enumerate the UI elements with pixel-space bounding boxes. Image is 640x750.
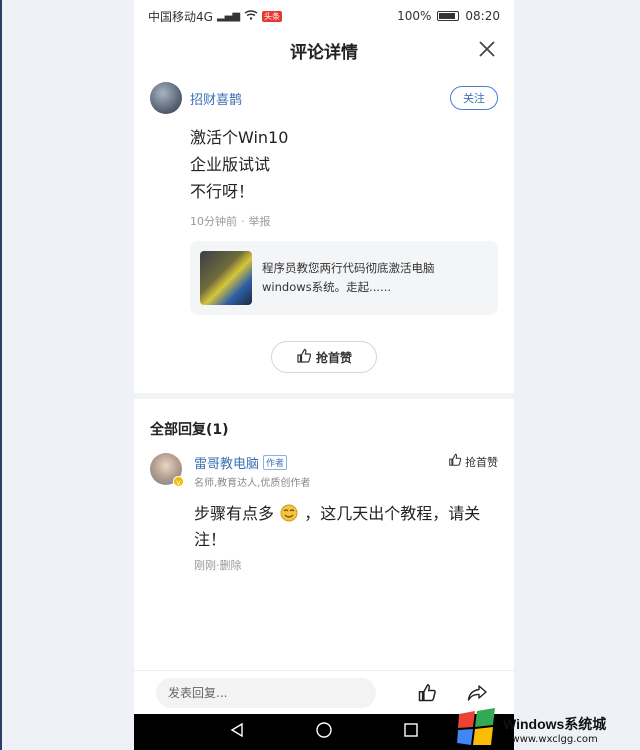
reply-input[interactable] — [156, 677, 376, 708]
reply-like-label: 抢首赞 — [465, 455, 498, 469]
windows-logo-icon — [455, 708, 499, 750]
comment-body: 激活个Win10 企业版试试 不行呀！ 10分钟前 · 举报 程序员教您两行代码彻底… — [190, 124, 498, 315]
article-title-line: windows系统。走起...... — [262, 280, 392, 294]
main-comment: 招财喜鹊 关注 激活个Win10 企业版试试 不行呀！ 10分钟前 · 举报 程序员… — [134, 68, 514, 373]
comment-line: 不行呀！ — [190, 182, 255, 201]
comment-author-row: 招财喜鹊 关注 — [150, 82, 498, 114]
thumbs-up-icon — [296, 348, 312, 367]
article-title: 程序员教您两行代码彻底激活电脑 windows系统。走起...... — [262, 259, 435, 297]
notify-badge: 头条 — [262, 10, 283, 22]
wifi-icon — [244, 9, 258, 23]
delete-link[interactable]: 删除 — [220, 559, 242, 572]
avatar[interactable] — [150, 82, 182, 114]
watermark: Windows系统城 www.wxclgg.com — [455, 708, 640, 750]
status-right: 100% 08:20 — [397, 9, 500, 23]
close-icon[interactable] — [478, 38, 496, 62]
home-icon[interactable] — [315, 721, 333, 743]
battery-percent: 100% — [397, 9, 432, 23]
share-icon[interactable] — [466, 682, 488, 704]
comment-line: 激活个Win10 — [190, 128, 289, 147]
title-bar: 评论详情 — [134, 32, 514, 68]
status-bar: 中国移动4G ▂▄▆ 头条 100% 08:20 — [134, 0, 514, 32]
recents-icon[interactable] — [403, 722, 419, 742]
page-title: 评论详情 — [290, 42, 358, 63]
comment-meta: 10分钟前 · 举报 — [190, 215, 271, 228]
reply-author-desc: 名师,教育达人,优质创作者 — [194, 478, 311, 489]
comment-author-name[interactable]: 招财喜鹊 — [190, 89, 450, 108]
comment-time: 10分钟前 — [190, 215, 237, 228]
article-thumbnail — [200, 251, 252, 305]
status-left: 中国移动4G ▂▄▆ 头条 — [148, 8, 283, 25]
reply-text: 步骤有点多 ，这几天出个教程，请关注！ — [194, 501, 498, 553]
reply-time: 刚刚 — [194, 559, 216, 572]
reply-meta: 刚刚·删除 — [194, 559, 242, 572]
thumbs-up-icon — [448, 453, 462, 470]
comment-text: 激活个Win10 企业版试试 不行呀！ — [190, 124, 498, 205]
reply-top: v 雷哥教电脑 作者 名师,教育达人,优质创作者 — [150, 453, 498, 489]
like-main-wrap: 抢首赞 — [150, 341, 498, 373]
background-right — [514, 0, 640, 750]
reply-text-part: 步骤有点多 — [194, 504, 275, 523]
like-button[interactable]: 抢首赞 — [271, 341, 377, 373]
smile-emoji-icon — [274, 504, 304, 523]
reply-like-button[interactable]: 抢首赞 — [448, 453, 498, 470]
follow-button[interactable]: 关注 — [450, 86, 498, 110]
watermark-text: Windows系统城 www.wxclgg.com — [503, 714, 606, 745]
background-left — [0, 0, 134, 750]
reply-item: v 雷哥教电脑 作者 名师,教育达人,优质创作者 抢首赞 步骤有点多 ，这几天出… — [134, 449, 514, 573]
report-link[interactable]: 举报 — [249, 215, 271, 228]
reply-avatar[interactable]: v — [150, 453, 184, 487]
comment-line: 企业版试试 — [190, 155, 271, 174]
article-card[interactable]: 程序员教您两行代码彻底激活电脑 windows系统。走起...... — [190, 241, 498, 315]
carrier-label: 中国移动4G — [148, 9, 213, 24]
clock: 08:20 — [465, 9, 500, 23]
thumbs-up-icon[interactable] — [416, 682, 438, 704]
back-icon[interactable] — [229, 722, 245, 742]
signal-icon: ▂▄▆ — [216, 10, 241, 22]
phone-screen: 中国移动4G ▂▄▆ 头条 100% 08:20 评论详情 招财喜鹊 关注 激活… — [134, 0, 514, 750]
reply-author-name[interactable]: 雷哥教电脑 — [194, 453, 259, 472]
battery-icon — [437, 11, 460, 21]
verified-badge-icon: v — [173, 476, 184, 487]
watermark-title: Windows系统城 — [503, 715, 607, 732]
replies-header: 全部回复(1) — [150, 422, 229, 438]
watermark-url: www.wxclgg.com — [511, 733, 598, 745]
article-title-line: 程序员教您两行代码彻底激活电脑 — [262, 261, 435, 275]
like-label: 抢首赞 — [315, 350, 352, 365]
author-tag: 作者 — [263, 455, 288, 470]
